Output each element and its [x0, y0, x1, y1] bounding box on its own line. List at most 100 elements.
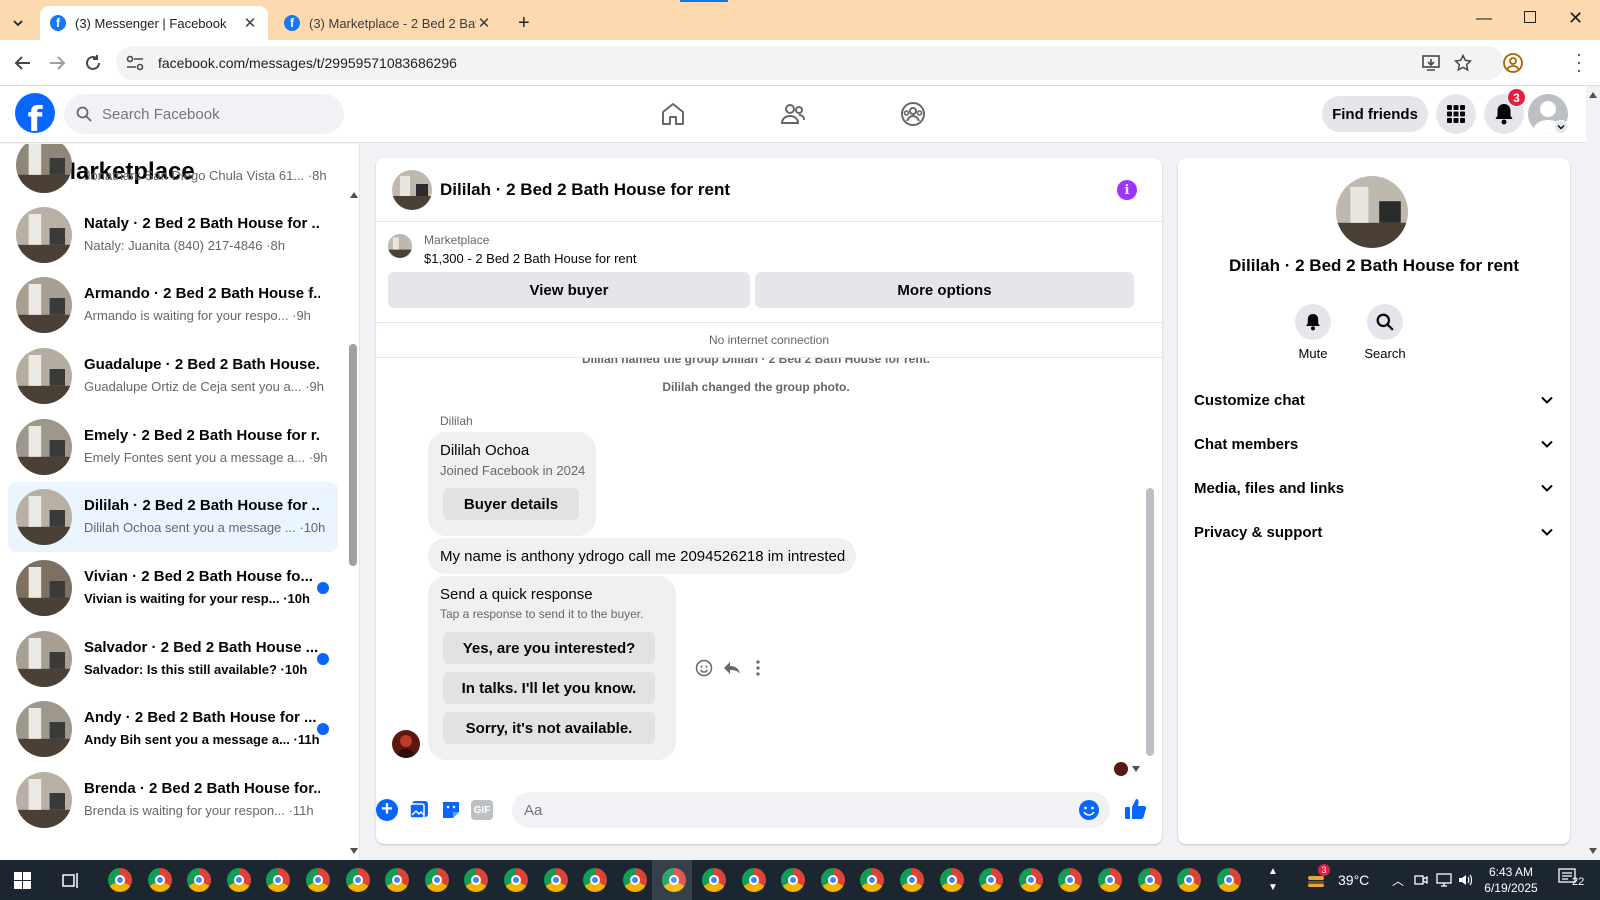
new-tab-button[interactable]: + [518, 6, 540, 40]
group-photo[interactable] [1336, 176, 1408, 248]
sidebar-scrollbar[interactable] [348, 144, 358, 860]
chrome-taskbar-icon[interactable] [306, 868, 330, 892]
close-icon[interactable]: ✕ [242, 14, 258, 32]
conversation-item[interactable]: Andy · 2 Bed 2 Bath House for ... Andy Bi… [8, 694, 338, 764]
chrome-taskbar-icon[interactable] [702, 868, 726, 892]
chrome-taskbar-icon[interactable] [860, 868, 885, 892]
scroll-up-icon[interactable] [1589, 92, 1597, 98]
chrome-taskbar-icon[interactable] [108, 868, 132, 892]
find-friends-button[interactable]: Find friends [1322, 96, 1428, 132]
chrome-taskbar-icon[interactable] [741, 868, 766, 892]
clock[interactable]: 6:43 AM 6/19/2025 [1476, 864, 1546, 896]
chrome-taskbar-icon[interactable] [187, 868, 212, 892]
home-icon[interactable] [659, 100, 687, 128]
customize-chat-row[interactable]: Customize chat [1194, 380, 1554, 420]
react-icon[interactable] [694, 658, 714, 678]
search-action[interactable]: Search [1350, 304, 1420, 361]
conversation-item[interactable]: Guadalupe · 2 Bed 2 Bath House... Guadalu… [8, 341, 338, 411]
message-input-box[interactable] [512, 792, 1110, 828]
photo-icon[interactable] [408, 799, 430, 821]
tab-list-button[interactable] [0, 6, 36, 40]
tab-messenger[interactable]: f (3) Messenger | Facebook ✕ [40, 6, 268, 40]
meet-icon[interactable] [1414, 873, 1428, 887]
view-buyer-button[interactable]: View buyer [388, 272, 750, 308]
quick-response-button[interactable]: Sorry, it's not available. [443, 712, 655, 744]
close-icon[interactable]: ✕ [476, 14, 492, 32]
search-input[interactable] [102, 105, 322, 123]
privacy-support-row[interactable]: Privacy & support [1194, 512, 1554, 552]
message-input[interactable] [524, 792, 1064, 828]
chrome-taskbar-icon[interactable] [543, 868, 568, 892]
conversation-item[interactable]: Jonathan: San Diego Chula Vista 61... · 8… [8, 144, 338, 200]
taskbar-scroll-arrows-icon[interactable]: ▲ ▼ [1268, 864, 1278, 896]
chrome-taskbar-icon[interactable] [583, 868, 608, 892]
chevron-up-icon[interactable]: ︿ [1392, 872, 1404, 889]
quick-response-button[interactable]: Yes, are you interested? [443, 632, 655, 664]
menu-button[interactable] [1436, 94, 1476, 134]
windows-start-icon[interactable] [14, 872, 31, 889]
gif-icon[interactable]: GIF [471, 800, 493, 820]
site-settings-icon[interactable] [126, 55, 144, 71]
conversation-item[interactable]: Nataly · 2 Bed 2 Bath House for ... Natal… [8, 200, 338, 270]
menu-kebab-icon[interactable]: · · · [1576, 45, 1582, 79]
page-scrollbar[interactable] [1586, 86, 1600, 860]
facebook-logo-icon[interactable]: f [15, 93, 55, 133]
chrome-taskbar-icon[interactable] [266, 868, 291, 892]
chrome-taskbar-icon[interactable] [1098, 868, 1122, 892]
chat-avatar[interactable] [392, 170, 432, 210]
friends-icon[interactable] [779, 100, 807, 128]
chrome-taskbar-icon[interactable] [424, 868, 449, 892]
conversation-item[interactable]: Brenda · 2 Bed 2 Bath House for... Brenda… [8, 765, 338, 835]
mute-action[interactable]: Mute [1278, 304, 1348, 361]
conversation-item[interactable]: Dililah · 2 Bed 2 Bath House for ... Dili… [8, 482, 338, 552]
scroll-down-icon[interactable] [1589, 848, 1597, 854]
back-button[interactable] [12, 52, 34, 74]
chrome-taskbar-icon[interactable] [226, 868, 251, 892]
chrome-taskbar-icon[interactable] [1177, 868, 1202, 892]
info-icon[interactable]: i [1117, 180, 1137, 200]
task-view-icon[interactable] [62, 872, 80, 889]
profile-icon[interactable] [1502, 52, 1524, 74]
chrome-taskbar-icon[interactable] [979, 868, 1004, 892]
chrome-taskbar-icon[interactable] [464, 868, 489, 892]
scroll-up-icon[interactable] [350, 192, 358, 198]
media-files-links-row[interactable]: Media, files and links [1194, 468, 1554, 508]
search-box[interactable] [64, 94, 344, 134]
chrome-taskbar-icon[interactable] [147, 868, 172, 892]
scroll-down-icon[interactable] [1132, 766, 1140, 772]
conversation-item[interactable]: Vivian · 2 Bed 2 Bath House fo... Vivian … [8, 553, 338, 623]
restore-icon[interactable] [1524, 11, 1536, 23]
weather-icon[interactable]: 3 [1306, 864, 1330, 890]
more-vertical-icon[interactable] [748, 658, 768, 678]
chrome-taskbar-icon[interactable] [1137, 868, 1162, 892]
quick-response-button[interactable]: In talks. I'll let you know. [443, 672, 655, 704]
chrome-taskbar-icon[interactable] [1216, 868, 1241, 892]
account-chevron-icon[interactable] [1554, 120, 1568, 134]
chat-members-row[interactable]: Chat members [1194, 424, 1554, 464]
bookmark-star-icon[interactable] [1454, 54, 1472, 72]
chrome-taskbar-icon[interactable] [1018, 868, 1043, 892]
forward-button[interactable] [46, 52, 68, 74]
plus-circle-icon[interactable]: + [376, 798, 398, 821]
tab-marketplace[interactable]: f (3) Marketplace - 2 Bed 2 Bath H ✕ [274, 6, 502, 40]
conversation-item[interactable]: Emely · 2 Bed 2 Bath House for r... Emely… [8, 412, 338, 482]
thread-scrollbar[interactable] [1146, 488, 1154, 756]
groups-icon[interactable] [899, 100, 927, 128]
chrome-taskbar-icon[interactable] [781, 868, 806, 892]
chrome-taskbar-icon[interactable] [622, 868, 647, 892]
chrome-taskbar-icon[interactable] [939, 868, 964, 892]
sender-avatar[interactable] [392, 730, 420, 758]
volume-icon[interactable] [1458, 873, 1474, 887]
thumbs-up-icon[interactable] [1124, 797, 1148, 821]
message-bubble[interactable]: My name is anthony ydrogo call me 209452… [428, 538, 856, 574]
reload-button[interactable] [82, 52, 104, 74]
more-options-button[interactable]: More options [755, 272, 1134, 308]
chrome-taskbar-icon[interactable] [820, 868, 845, 892]
buyer-details-button[interactable]: Buyer details [443, 488, 579, 520]
network-icon[interactable] [1436, 873, 1452, 887]
chrome-taskbar-icon[interactable] [385, 868, 410, 892]
reply-icon[interactable] [722, 658, 742, 678]
emoji-icon[interactable] [1078, 799, 1100, 821]
scrollbar-thumb[interactable] [349, 344, 357, 566]
minimize-icon[interactable]: — [1476, 10, 1492, 28]
